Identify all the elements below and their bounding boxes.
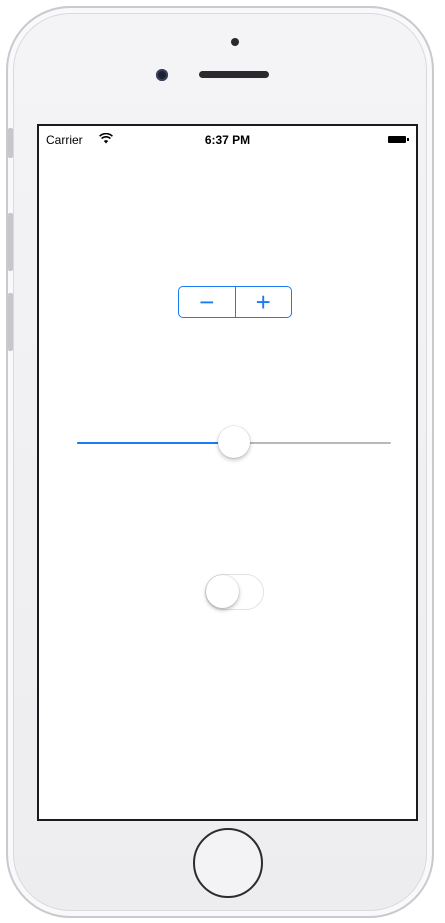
status-time: 6:37 PM	[204, 133, 251, 147]
slider-track-fill	[77, 442, 234, 444]
stepper-decrement-button[interactable]: −	[179, 287, 235, 317]
status-bar: Carrier 6:37 PM	[39, 126, 416, 152]
app-screen: Carrier 6:37 PM − +	[37, 124, 418, 821]
slider-thumb[interactable]	[218, 426, 250, 458]
toggle-knob[interactable]	[206, 575, 239, 608]
proximity-sensor	[231, 38, 239, 46]
volume-down-button	[8, 293, 13, 351]
volume-up-button	[8, 213, 13, 271]
toggle-switch[interactable]	[205, 574, 264, 610]
stepper-control: − +	[178, 286, 292, 318]
home-button[interactable]	[193, 828, 263, 898]
front-camera-icon	[156, 69, 168, 81]
iphone-frame: Carrier 6:37 PM − +	[6, 6, 434, 918]
slider[interactable]	[77, 426, 391, 460]
earpiece-speaker	[199, 71, 269, 78]
battery-icon	[388, 136, 409, 143]
mute-switch	[8, 128, 13, 158]
stepper-increment-button[interactable]: +	[236, 287, 292, 317]
